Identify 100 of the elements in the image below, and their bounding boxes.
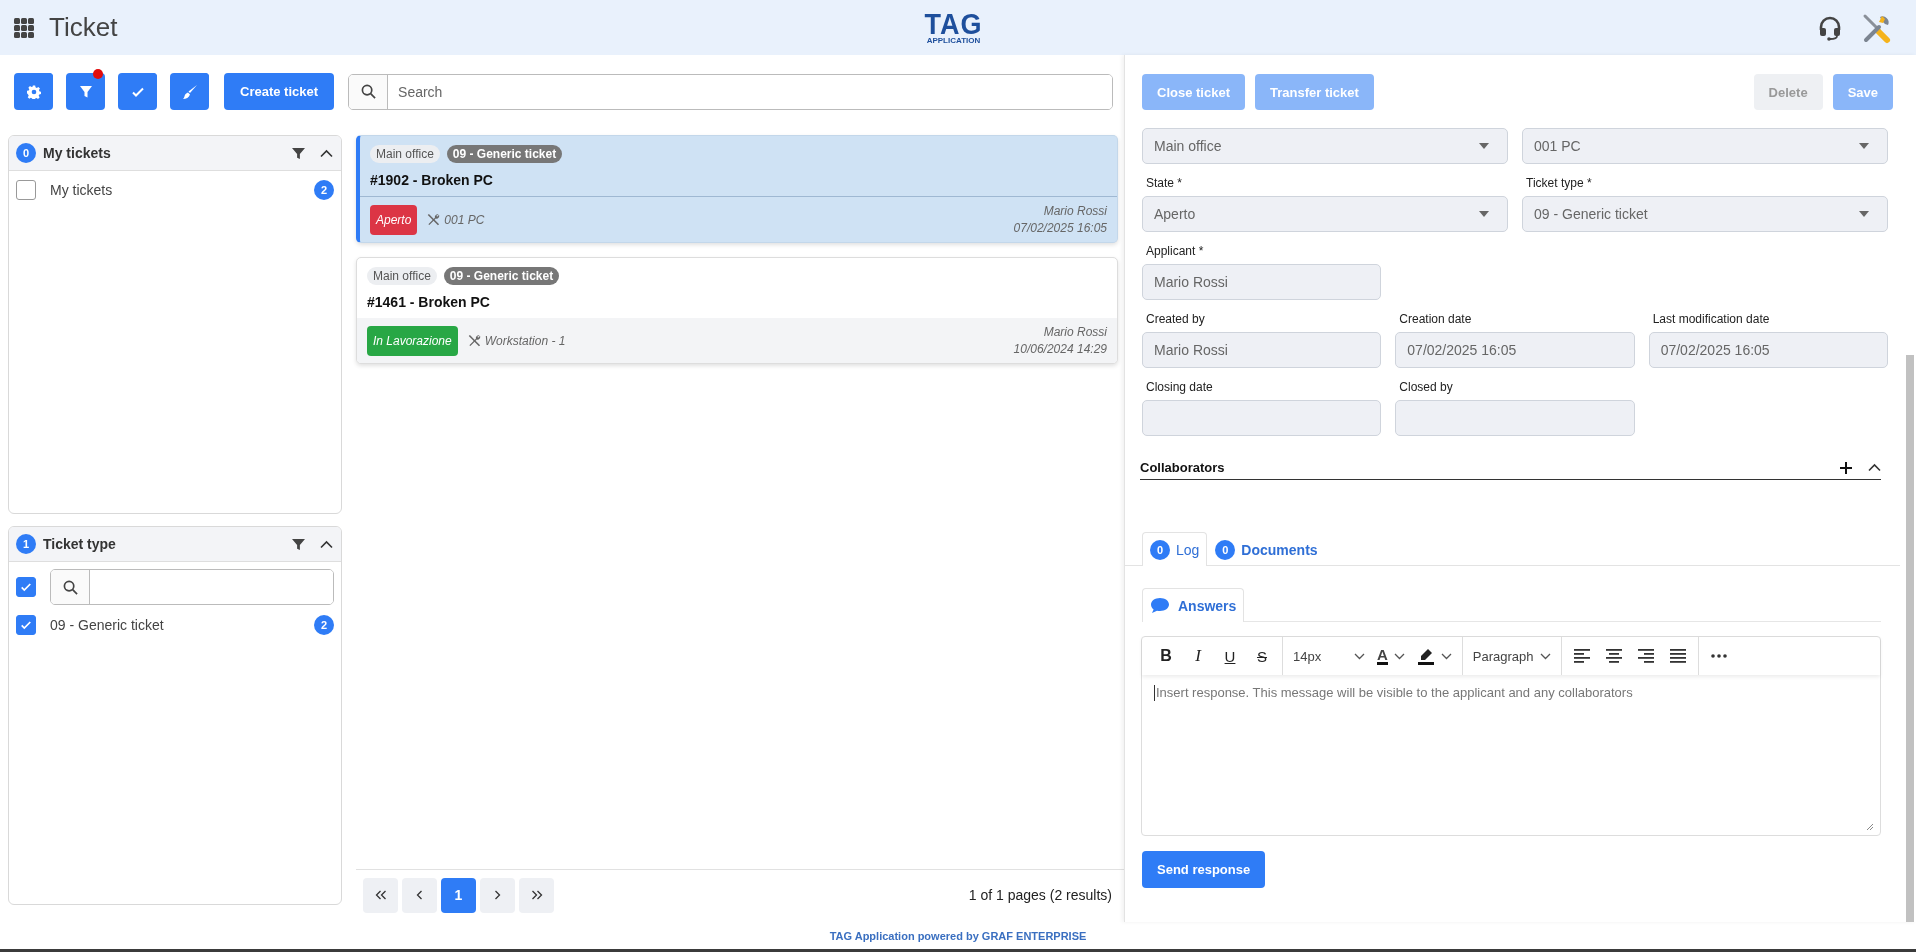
- filter-icon[interactable]: [292, 537, 305, 551]
- text-field[interactable]: Mario Rossi: [1142, 264, 1382, 300]
- chevron-down-icon: [1440, 652, 1452, 660]
- filter-icon[interactable]: [292, 146, 305, 160]
- dropdown-caret-icon: [1859, 211, 1869, 217]
- location-tag: Main office: [370, 145, 440, 163]
- asset-name: Workstation - 1: [484, 333, 566, 348]
- ticket-title: #1902 - Broken PC: [370, 172, 494, 188]
- send-response-button[interactable]: Send response: [1142, 851, 1266, 888]
- footer-text: TAG Application powered by GRAF ENTERPRISE: [829, 929, 1087, 942]
- ticket-author: Mario Rossi: [1043, 204, 1107, 218]
- scrollbar[interactable]: [1906, 355, 1914, 922]
- panel-title: Ticket type: [43, 536, 116, 552]
- count-badge: 0: [16, 143, 36, 163]
- type-tag: 09 - Generic ticket: [443, 267, 560, 285]
- align-right-icon: [1637, 649, 1654, 663]
- brush-button[interactable]: [170, 73, 209, 110]
- chevron-down-icon: [1354, 652, 1365, 660]
- editor-placeholder: Insert response. This message will be visible to the applicant and any collaborators: [1154, 685, 1633, 701]
- text-color-button[interactable]: A: [1373, 642, 1409, 670]
- dropdown-caret-icon: [1859, 143, 1869, 149]
- check-icon: [20, 619, 32, 631]
- filter-icon: [78, 84, 93, 99]
- text-field[interactable]: Mario Rossi: [1142, 332, 1382, 368]
- bold-button[interactable]: B: [1152, 642, 1180, 670]
- ticket-title: #1461 - Broken PC: [367, 294, 491, 310]
- check-icon: [20, 581, 32, 593]
- font-size-dropdown[interactable]: 14px: [1289, 642, 1369, 670]
- collapse-icon[interactable]: [320, 148, 333, 158]
- page-button[interactable]: 1: [441, 877, 476, 913]
- checkbox[interactable]: [16, 180, 36, 200]
- section-title: Collaborators: [1140, 460, 1225, 475]
- ticket-author: Mario Rossi: [1043, 325, 1107, 339]
- state-badge: Aperto: [370, 204, 418, 235]
- tab[interactable]: 0 Log: [1142, 532, 1208, 566]
- ticket-card[interactable]: Main office 09 - Generic ticket #1461 - Broken PC In Lavorazione Workstation - 1 Mario Rossi 10/06/2024 14:29: [356, 257, 1118, 364]
- select-field[interactable]: Main office: [1142, 128, 1508, 164]
- text-field[interactable]: [1395, 400, 1635, 436]
- tab[interactable]: 0 Documents: [1207, 532, 1326, 566]
- dropdown-caret-icon: [1479, 143, 1489, 149]
- search-icon: [360, 84, 376, 99]
- state-badge: In Lavorazione: [367, 325, 458, 356]
- last-page-button[interactable]: [519, 877, 554, 913]
- align-center-icon: [1605, 649, 1622, 663]
- chevron-down-icon: [1539, 652, 1551, 660]
- text-field[interactable]: 07/02/2025 16:05: [1395, 332, 1635, 368]
- field-label: Creation date: [1399, 312, 1473, 326]
- panel-title: My tickets: [43, 145, 111, 161]
- tab[interactable]: Answers: [1142, 588, 1245, 622]
- justify-icon: [1669, 649, 1686, 663]
- location-tag: Main office: [367, 267, 437, 285]
- panel-header[interactable]: 0 My tickets: [9, 136, 341, 171]
- asset-name: 001 PC: [444, 212, 485, 227]
- resize-handle-icon[interactable]: [1866, 823, 1874, 831]
- first-page-button[interactable]: [363, 877, 398, 913]
- search-icon: [62, 579, 78, 595]
- field-label: Ticket type *: [1526, 176, 1593, 190]
- type-tag: 09 - Generic ticket: [446, 145, 563, 163]
- panel-header[interactable]: 1 Ticket type: [9, 527, 341, 562]
- strikethrough-button[interactable]: S: [1248, 642, 1276, 670]
- collapse-icon[interactable]: [1868, 463, 1881, 472]
- double-chevron-left-icon: [374, 890, 387, 900]
- collapse-icon[interactable]: [320, 539, 333, 549]
- field-label: Last modification date: [1652, 312, 1771, 326]
- count-badge: 2: [314, 180, 334, 200]
- pagination-summary: 1 of 1 pages (2 results): [968, 887, 1112, 903]
- search-field[interactable]: [50, 569, 334, 605]
- field-label: Created by: [1146, 312, 1206, 326]
- text-field[interactable]: [1142, 400, 1382, 436]
- underline-button[interactable]: U: [1216, 642, 1244, 670]
- ticket-date: 10/06/2024 14:29: [1013, 342, 1107, 356]
- count-badge: 2: [314, 615, 334, 635]
- settings-button[interactable]: [14, 73, 53, 110]
- select-field[interactable]: Aperto: [1142, 196, 1508, 232]
- field-label: Applicant *: [1146, 244, 1205, 258]
- text-field[interactable]: 07/02/2025 16:05: [1648, 332, 1888, 368]
- align-left-icon: [1573, 649, 1590, 663]
- filter-option[interactable]: My tickets: [50, 182, 300, 198]
- ticket-card[interactable]: Main office 09 - Generic ticket #1902 - Broken PC Aperto 001 PC Mario Rossi 07/02/2025 16:05: [356, 135, 1118, 243]
- add-icon[interactable]: [1840, 461, 1852, 474]
- count-badge: 1: [16, 534, 36, 554]
- logo: TAG APPLICATION: [924, 10, 983, 45]
- chevron-down-icon: [1393, 652, 1405, 660]
- more-icon: [1710, 654, 1727, 658]
- gear-icon: [26, 84, 41, 99]
- filter-option[interactable]: 09 - Generic ticket: [50, 617, 300, 633]
- chevron-right-icon: [494, 890, 501, 900]
- check-button[interactable]: [118, 73, 157, 110]
- select-field[interactable]: 09 - Generic ticket: [1522, 196, 1888, 232]
- rich-text-editor[interactable]: B I U S 14px A Paragraph Insert response. This message will be visible to the applicant and any collaborators: [1141, 636, 1881, 836]
- field-label: Closed by: [1399, 380, 1454, 394]
- italic-button[interactable]: I: [1184, 642, 1212, 670]
- brush-icon: [181, 83, 198, 100]
- create-ticket-button[interactable]: Create ticket: [224, 73, 335, 110]
- checkbox[interactable]: [16, 615, 36, 635]
- apps-grid-icon[interactable]: [13, 16, 35, 39]
- select-field[interactable]: 001 PC: [1522, 128, 1888, 164]
- paragraph-dropdown[interactable]: Paragraph: [1468, 642, 1555, 670]
- tools-icon: [427, 213, 441, 226]
- checkbox[interactable]: [16, 577, 36, 597]
